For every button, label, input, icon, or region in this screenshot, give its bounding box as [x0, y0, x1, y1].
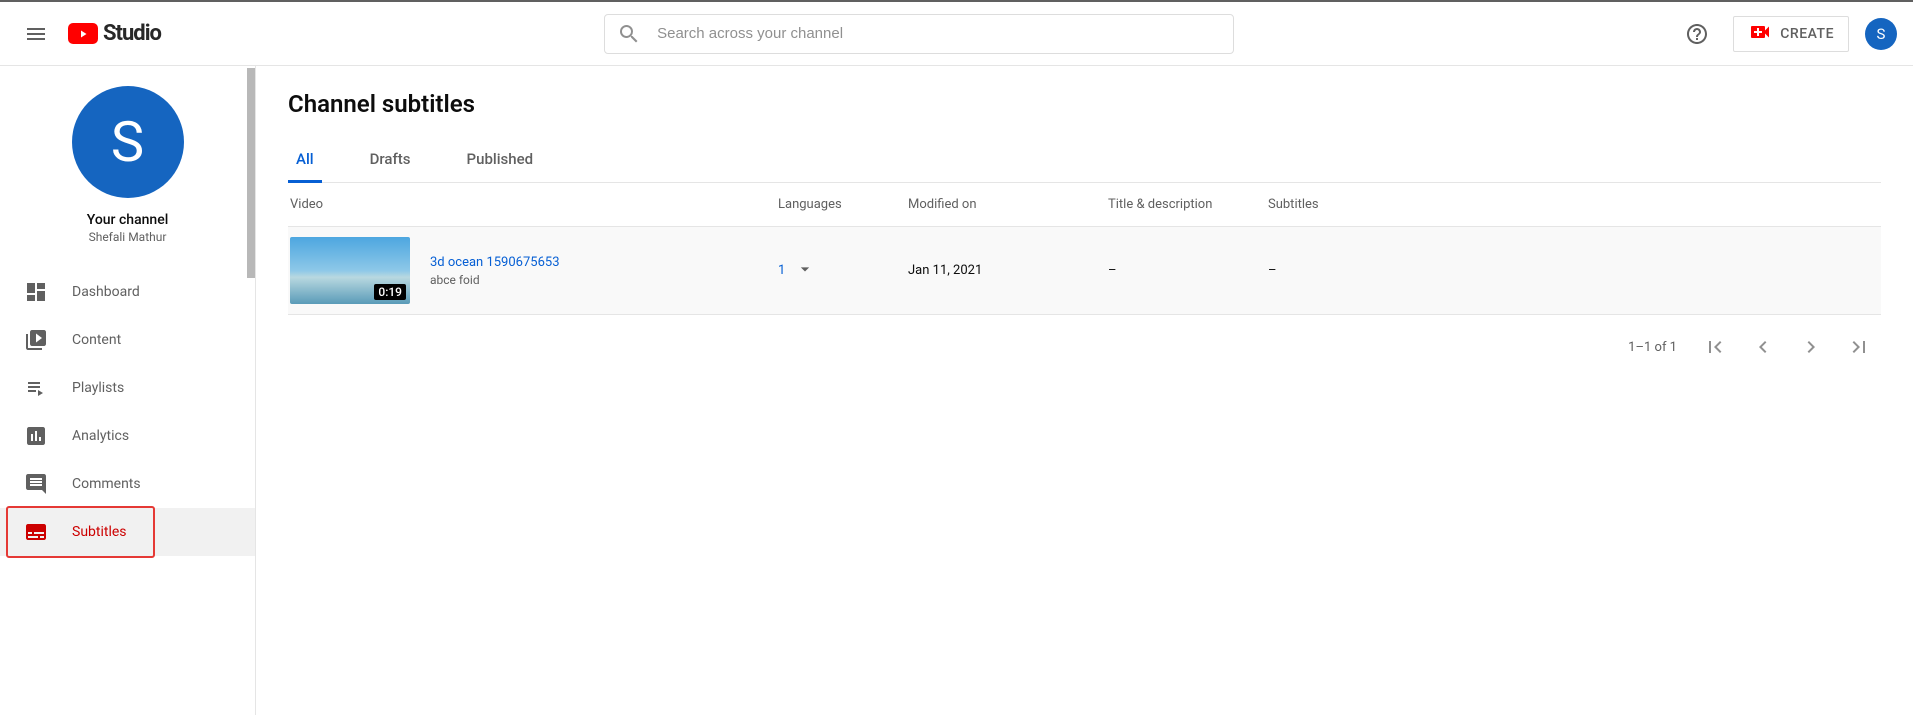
comments-icon — [24, 472, 48, 496]
logo-text: Studio — [103, 21, 161, 46]
your-channel-label: Your channel — [0, 212, 255, 228]
dashboard-icon — [24, 280, 48, 304]
app-header: Studio CREATE S — [0, 2, 1913, 66]
next-page-icon[interactable] — [1793, 329, 1829, 365]
sidebar-item-label: Comments — [72, 476, 141, 492]
sidebar-item-label: Analytics — [72, 428, 129, 444]
search-input[interactable] — [657, 25, 1221, 42]
table-row[interactable]: 0:19 3d ocean 1590675653 abce foid 1 Jan… — [288, 227, 1881, 315]
youtube-play-icon — [68, 23, 98, 44]
sidebar-item-content[interactable]: Content — [0, 316, 255, 364]
tabs: All Drafts Published — [288, 138, 1881, 183]
create-button-label: CREATE — [1780, 26, 1834, 42]
search-box[interactable] — [604, 14, 1234, 54]
sidebar-item-label: Playlists — [72, 380, 124, 396]
pagination-range: 1–1 of 1 — [1628, 340, 1677, 355]
video-description: abce foid — [430, 273, 560, 287]
subtitles-value: – — [1268, 263, 1881, 278]
menu-icon[interactable] — [16, 14, 56, 54]
subtitles-icon — [24, 520, 48, 544]
language-count: 1 — [778, 263, 785, 278]
tab-all[interactable]: All — [288, 138, 322, 183]
col-header-title-desc: Title & description — [1108, 197, 1268, 212]
user-avatar[interactable]: S — [1865, 18, 1897, 50]
col-header-subtitles: Subtitles — [1268, 197, 1881, 212]
search-icon — [617, 22, 641, 46]
sidebar-item-dashboard[interactable]: Dashboard — [0, 268, 255, 316]
modified-date: Jan 11, 2021 — [908, 263, 1108, 278]
chevron-down-icon[interactable] — [795, 259, 815, 283]
sidebar-item-analytics[interactable]: Analytics — [0, 412, 255, 460]
create-video-icon — [1748, 20, 1772, 48]
first-page-icon[interactable] — [1697, 329, 1733, 365]
table-header: Video Languages Modified on Title & desc… — [288, 183, 1881, 227]
col-header-video: Video — [288, 197, 778, 212]
channel-avatar[interactable]: S — [72, 86, 184, 198]
content-icon — [24, 328, 48, 352]
sidebar-item-playlists[interactable]: Playlists — [0, 364, 255, 412]
col-header-modified: Modified on — [908, 197, 1108, 212]
video-title-link[interactable]: 3d ocean 1590675653 — [430, 255, 560, 270]
main-content: Channel subtitles All Drafts Published V… — [256, 66, 1913, 715]
pagination: 1–1 of 1 — [288, 315, 1881, 379]
sidebar-item-label: Content — [72, 332, 121, 348]
create-button[interactable]: CREATE — [1733, 16, 1849, 52]
playlist-icon — [24, 376, 48, 400]
sidebar: S Your channel Shefali Mathur Dashboard … — [0, 66, 256, 715]
logo[interactable]: Studio — [68, 21, 161, 46]
sidebar-item-label: Dashboard — [72, 284, 140, 300]
tab-published[interactable]: Published — [459, 138, 542, 183]
title-desc-value: – — [1108, 263, 1268, 278]
col-header-languages: Languages — [778, 197, 908, 212]
prev-page-icon[interactable] — [1745, 329, 1781, 365]
sidebar-item-comments[interactable]: Comments — [0, 460, 255, 508]
sidebar-item-label: Subtitles — [72, 524, 127, 540]
channel-name: Shefali Mathur — [0, 230, 255, 244]
video-duration: 0:19 — [374, 284, 406, 300]
last-page-icon[interactable] — [1841, 329, 1877, 365]
page-title: Channel subtitles — [288, 90, 1881, 118]
tab-drafts[interactable]: Drafts — [362, 138, 419, 183]
help-icon[interactable] — [1677, 14, 1717, 54]
channel-block: S Your channel Shefali Mathur — [0, 66, 255, 260]
sidebar-item-subtitles[interactable]: Subtitles — [0, 508, 255, 556]
video-thumbnail[interactable]: 0:19 — [290, 237, 410, 304]
analytics-icon — [24, 424, 48, 448]
scrollbar[interactable] — [247, 68, 255, 278]
